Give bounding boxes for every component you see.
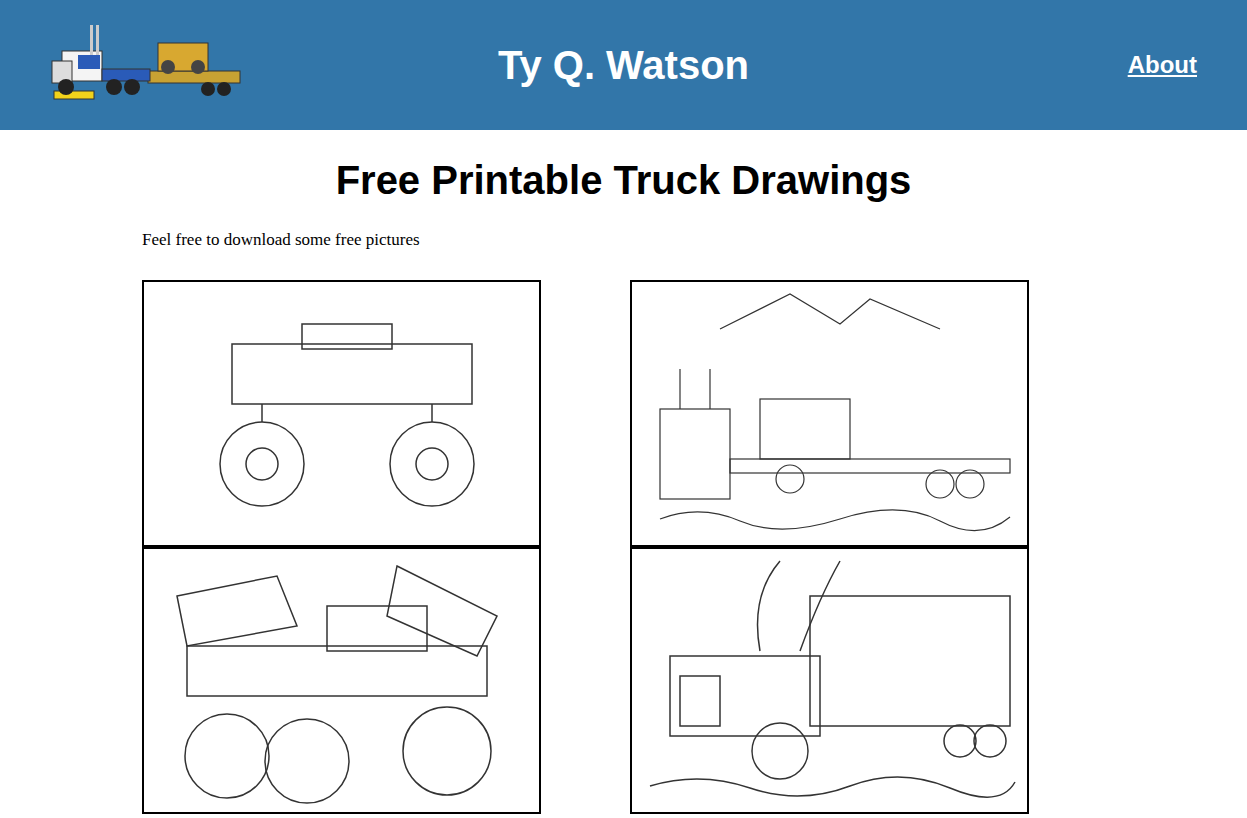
drawing-card[interactable] <box>630 280 1029 547</box>
site-nav: About <box>765 50 1247 80</box>
page-heading: Free Printable Truck Drawings <box>0 156 1247 204</box>
nav-link[interactable]: About <box>1128 50 1197 80</box>
site-header: Ty Q. Watson About <box>0 0 1247 130</box>
log-truck-icon <box>640 289 1020 539</box>
drawing-card[interactable] <box>630 547 1029 814</box>
semi-truck-icon <box>640 556 1020 806</box>
main-content: Free Printable Truck Drawings Feel free … <box>0 156 1247 814</box>
drawing-card[interactable] <box>142 280 541 547</box>
monster-truck-icon <box>182 304 502 524</box>
drawing-grid <box>142 280 1247 814</box>
drawing-card[interactable] <box>142 547 541 814</box>
site-title: Ty Q. Watson <box>482 41 765 89</box>
truck-logo-icon[interactable] <box>48 21 245 109</box>
lifted-truck-icon <box>157 556 527 806</box>
intro-text: Feel free to download some free pictures <box>142 228 1247 252</box>
